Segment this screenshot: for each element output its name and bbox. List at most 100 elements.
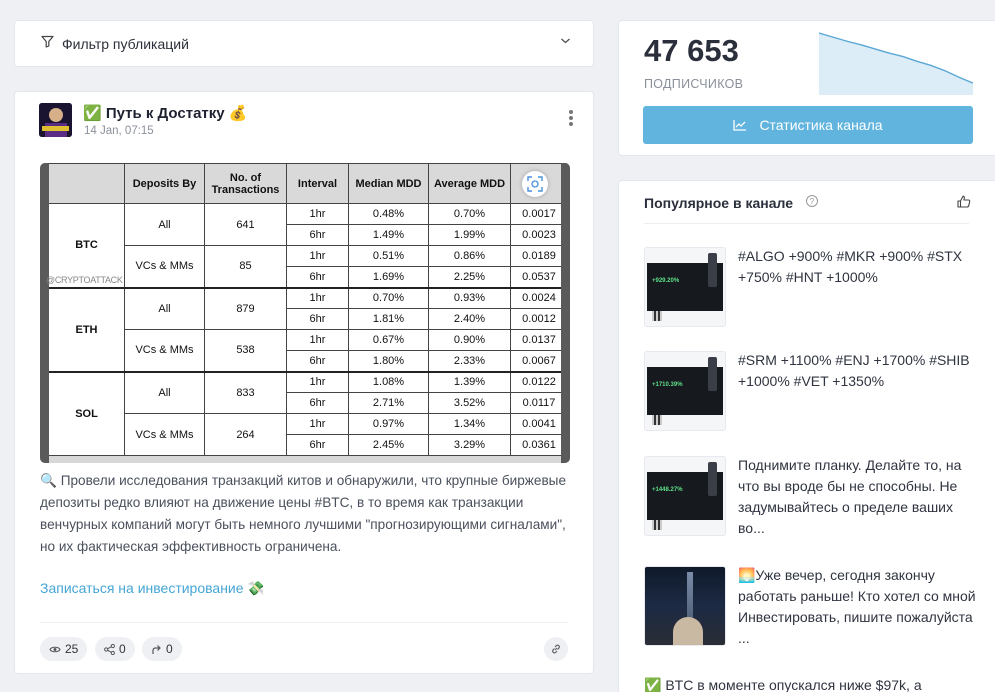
table-cell: 0.0067: [510, 350, 568, 372]
share-button[interactable]: 0: [95, 637, 135, 661]
table-cell: 85: [204, 245, 287, 288]
table-cell: 1.49%: [348, 224, 429, 246]
help-icon[interactable]: ?: [806, 195, 818, 207]
channel-avatar[interactable]: [39, 103, 72, 137]
divider: [40, 622, 568, 623]
table-cell: 2.40%: [428, 308, 511, 330]
table-cell: 1.80%: [348, 350, 429, 372]
forwards-count: 0: [166, 642, 173, 656]
popular-item-text: Поднимите планку. Делайте то, на что вы …: [738, 457, 962, 536]
table-cell: 0.0537: [510, 266, 568, 288]
table-cell: 1.99%: [428, 224, 511, 246]
post-text: 🔍 Провели исследования транзакций китов …: [40, 473, 567, 554]
table-cell: 0.0024: [510, 286, 568, 309]
popular-title: Популярное в канале: [644, 195, 793, 211]
table-header: Median MDD: [348, 163, 429, 204]
table-cell: 0.90%: [428, 329, 511, 351]
views-count: 25: [65, 642, 79, 656]
eye-icon: [49, 646, 61, 652]
sparkline-area: [819, 33, 973, 95]
table-header: Average MDD: [428, 163, 511, 204]
popular-item-thumbnail: +929.20%: [644, 247, 726, 327]
filter-icon: [41, 35, 54, 53]
statistics-button-label: Статистика канала: [759, 117, 883, 133]
more-options-icon[interactable]: [569, 110, 573, 126]
post-card: ✅ Путь к Достатку 💰 14 Jan, 07:15 Deposi…: [14, 91, 594, 674]
shares-count: 0: [119, 642, 126, 656]
table-cell: All: [124, 286, 205, 330]
table-cell: 0.0122: [510, 370, 568, 393]
post-image[interactable]: Deposits By No. of Transactions Interval…: [40, 163, 570, 463]
table-cell: 0.70%: [348, 286, 429, 309]
filter-label: Фильтр публикаций: [62, 35, 189, 52]
table-cell: 1hr: [286, 203, 349, 225]
table-cell: 0.51%: [348, 245, 429, 267]
watermark: @CRYPTOATTACK: [46, 275, 123, 285]
table-cell: 1hr: [286, 245, 349, 267]
popular-item-text: 🌅Уже вечер, сегодня закончу работать ран…: [738, 567, 976, 646]
table-cell: 0.48%: [348, 203, 429, 225]
popular-item-photo: [644, 566, 726, 646]
table-cell: 6hr: [286, 350, 349, 372]
table-cell: 6hr: [286, 224, 349, 246]
table-row: ETH All 879 1hr 0.70% 0.93% 0.0024: [48, 286, 568, 372]
table-cell: 1.81%: [348, 308, 429, 330]
table-cell: 833: [204, 370, 287, 414]
thumbnail-value: +929.20%: [652, 278, 680, 284]
table-header: No. of Transactions: [204, 163, 287, 204]
thumbs-up-icon[interactable]: [957, 195, 971, 213]
table-row: VCs & MMs 538 1hr 0.67% 0.90% 0.0137: [49, 329, 568, 372]
popular-item-text: ✅ BTC в моменте опускался ниже $97k, а: [644, 677, 922, 692]
popular-item-text: #ALGO +900% #MKR +900% #STX +750% #HNT +…: [738, 248, 963, 285]
table-cell: All: [124, 370, 205, 414]
popular-item[interactable]: ✅ BTC в моменте опускался ниже $97k, а: [644, 676, 984, 692]
table-cell: 0.97%: [348, 413, 429, 435]
table-cell: 0.0023: [510, 224, 568, 246]
channel-statistics-button[interactable]: Статистика канала: [643, 106, 973, 144]
table-cell: 879: [204, 286, 287, 330]
table-row: VCs & MMs 85 1hr 0.51% 0.86% 0.0189: [49, 245, 568, 288]
thumbnail-value: +1710.39%: [652, 382, 683, 388]
popular-item[interactable]: +1710.39% #SRM +1100% #ENJ +1700% #SHIB …: [644, 351, 984, 431]
table-header: Interval: [286, 163, 349, 204]
post-date: 14 Jan, 07:15: [84, 125, 154, 137]
popular-item[interactable]: 🌅Уже вечер, сегодня закончу работать ран…: [644, 566, 984, 646]
table-cell: 0.67%: [348, 329, 429, 351]
table-cell: 1.39%: [428, 370, 511, 393]
table-cell: 0.0361: [510, 434, 568, 456]
table-cell: 2.71%: [348, 392, 429, 414]
divider: [644, 223, 969, 224]
table-cell: 1hr: [286, 329, 349, 351]
table-cell: 1.34%: [428, 413, 511, 435]
table-cell: 1.69%: [348, 266, 429, 288]
views-counter: 25: [40, 637, 88, 661]
table-cell: 264: [204, 413, 287, 456]
table-cell: VCs & MMs: [124, 245, 205, 288]
table-cell: SOL: [48, 370, 125, 456]
table-cell: 0.0017: [510, 203, 568, 225]
popular-item[interactable]: +929.20% #ALGO +900% #MKR +900% #STX +75…: [644, 247, 984, 327]
subscribers-label: ПОДПИСЧИКОВ: [644, 77, 744, 91]
copy-link-icon[interactable]: [544, 637, 568, 661]
table-cell: 2.45%: [348, 434, 429, 456]
forward-button[interactable]: 0: [142, 637, 182, 661]
table-cell: 6hr: [286, 392, 349, 414]
popular-item[interactable]: +1448.27% Поднимите планку. Делайте то, …: [644, 456, 984, 536]
table-header-empty: [48, 163, 125, 204]
table-cell: 1hr: [286, 370, 349, 393]
table-cell: 0.93%: [428, 286, 511, 309]
channel-title[interactable]: ✅ Путь к Достатку 💰: [83, 104, 247, 122]
table-cell: 6hr: [286, 434, 349, 456]
table-cell: 538: [204, 329, 287, 372]
scan-text-icon[interactable]: [522, 171, 548, 197]
popular-posts-card: Популярное в канале ? +929.20% #ALGO +90…: [618, 180, 995, 692]
forward-icon: [152, 644, 161, 654]
popular-item-thumbnail: +1710.39%: [644, 351, 726, 431]
table-cell: 3.52%: [428, 392, 511, 414]
thumbnail-value: +1448.27%: [652, 487, 683, 493]
invest-signup-link[interactable]: Записаться на инвестирование 💸: [40, 580, 265, 597]
chevron-down-icon[interactable]: [560, 33, 571, 48]
publication-filter[interactable]: Фильтр публикаций: [14, 20, 594, 67]
table-cell: 0.0117: [510, 392, 568, 414]
table-cell: 641: [204, 203, 287, 246]
